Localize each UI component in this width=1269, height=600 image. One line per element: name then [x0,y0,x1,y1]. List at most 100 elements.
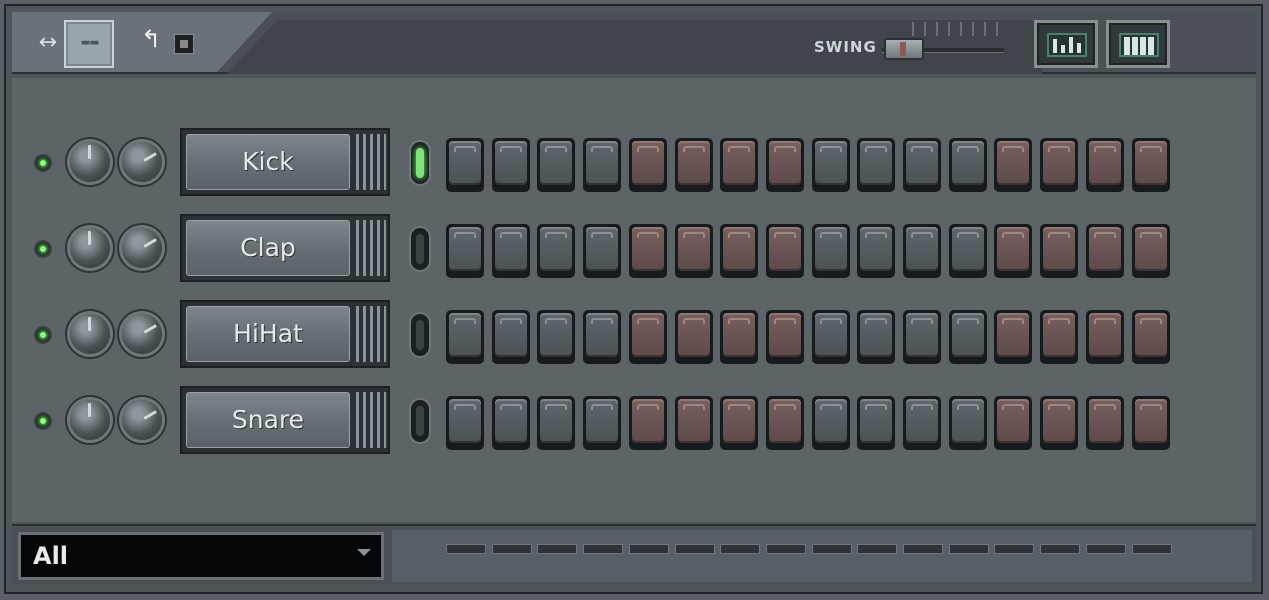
step-button[interactable] [491,396,530,450]
step-button[interactable] [811,224,850,278]
step-button[interactable] [903,224,941,278]
step-button[interactable] [857,396,896,450]
step-indicator [857,544,898,554]
step-cap [860,313,893,357]
step-button[interactable] [994,224,1033,278]
graph-editor-button[interactable] [1034,20,1098,68]
step-button[interactable] [628,138,667,192]
step-button[interactable] [1085,310,1124,364]
step-button[interactable] [628,396,667,450]
step-button[interactable] [903,310,941,364]
step-cap [860,399,893,443]
pan-knob[interactable] [122,142,162,182]
channel-select-led[interactable] [411,142,429,184]
volume-knob[interactable] [70,400,110,440]
volume-knob[interactable] [70,142,110,182]
keyboard-editor-button[interactable] [1106,20,1170,68]
undo-icon[interactable]: ↰ [138,26,164,52]
step-button[interactable] [537,138,576,192]
step-button[interactable] [765,396,804,450]
stop-icon[interactable] [174,34,194,54]
step-button[interactable] [811,310,850,364]
step-button[interactable] [903,138,941,192]
step-button[interactable] [446,396,484,450]
step-button[interactable] [628,224,667,278]
channel-button[interactable]: Snare [180,386,390,454]
channel-filter-dropdown[interactable]: All [18,532,384,580]
channel-button[interactable]: Clap [180,214,390,282]
channel-button[interactable]: HiHat [180,300,390,368]
step-button[interactable] [1040,310,1079,364]
step-button[interactable] [994,396,1033,450]
step-button[interactable] [537,224,576,278]
step-button[interactable] [857,224,896,278]
step-button[interactable] [948,224,987,278]
step-button[interactable] [583,396,622,450]
step-button[interactable] [1040,138,1079,192]
step-button[interactable] [537,396,576,450]
mute-led[interactable] [36,414,50,428]
step-button[interactable] [1040,224,1079,278]
step-button[interactable] [446,310,484,364]
pan-knob[interactable] [122,314,162,354]
channel-select-led[interactable] [411,228,429,270]
swing-slider[interactable] [882,22,1004,60]
step-button[interactable] [765,224,804,278]
step-button[interactable] [674,396,713,450]
channel-select-led[interactable] [411,400,429,442]
step-button[interactable] [674,224,713,278]
step-button[interactable] [1131,138,1170,192]
step-button[interactable] [583,224,622,278]
step-button[interactable] [720,138,759,192]
step-button[interactable] [1131,396,1170,450]
mute-led[interactable] [36,156,50,170]
step-button[interactable] [857,138,896,192]
step-button[interactable] [446,138,484,192]
step-button[interactable] [720,396,759,450]
step-button[interactable] [720,310,759,364]
step-button[interactable] [628,310,667,364]
pan-knob[interactable] [122,228,162,268]
step-button[interactable] [674,310,713,364]
step-button[interactable] [1085,396,1124,450]
step-button[interactable] [811,138,850,192]
mute-led[interactable] [36,328,50,342]
step-button[interactable] [948,310,987,364]
channel-select-led[interactable] [411,314,429,356]
step-button[interactable] [1040,396,1079,450]
step-button[interactable] [948,396,987,450]
channel-grip[interactable] [356,306,386,362]
step-button[interactable] [674,138,713,192]
step-button[interactable] [537,310,576,364]
channel-grip[interactable] [356,134,386,190]
step-button[interactable] [491,138,530,192]
step-button[interactable] [491,310,530,364]
step-button[interactable] [491,224,530,278]
swing-slider-handle[interactable] [884,38,924,60]
step-button[interactable] [994,310,1033,364]
pan-knob[interactable] [122,400,162,440]
step-button[interactable] [857,310,896,364]
step-button[interactable] [1131,310,1170,364]
step-button[interactable] [994,138,1033,192]
step-button[interactable] [903,396,941,450]
mute-led[interactable] [36,242,50,256]
step-button[interactable] [720,224,759,278]
channel-grip[interactable] [356,220,386,276]
volume-knob[interactable] [70,228,110,268]
step-button[interactable] [948,138,987,192]
pattern-view-button[interactable]: -- [64,20,114,68]
channel-grip[interactable] [356,392,386,448]
step-button[interactable] [1085,138,1124,192]
volume-knob[interactable] [70,314,110,354]
step-button[interactable] [765,138,804,192]
step-button[interactable] [1085,224,1124,278]
resize-arrows-icon[interactable]: ↔ [30,30,66,56]
step-button[interactable] [583,310,622,364]
step-button[interactable] [811,396,850,450]
step-button[interactable] [583,138,622,192]
step-button[interactable] [765,310,804,364]
step-button[interactable] [1131,224,1170,278]
step-button[interactable] [446,224,484,278]
channel-button[interactable]: Kick [180,128,390,196]
